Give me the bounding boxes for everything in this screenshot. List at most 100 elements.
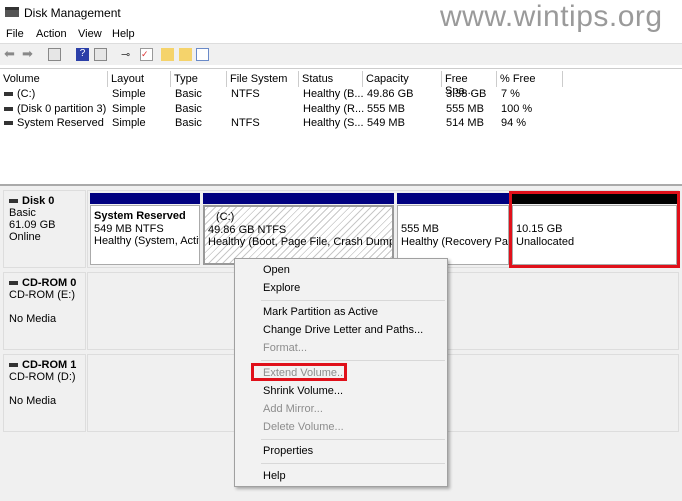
disk-0-label[interactable]: Disk 0 Basic 61.09 GB Online (3, 190, 86, 268)
disk-state: No Media (9, 313, 57, 325)
disk-name: Disk 0 (22, 195, 55, 207)
table-cell[interactable]: 555 MB (446, 103, 484, 115)
partition-bar (397, 193, 509, 204)
extend-volume-highlight (251, 363, 347, 381)
volume-drive-icon (4, 121, 13, 126)
cell-text: Healthy (S... (303, 117, 364, 129)
table-cell[interactable]: NTFS (231, 117, 260, 129)
action-pane-icon[interactable] (94, 48, 107, 61)
menu-item-open[interactable]: Open (263, 264, 290, 276)
table-cell[interactable]: 49.86 GB (367, 88, 413, 100)
partition-bar (203, 193, 394, 204)
help-icon[interactable]: ? (76, 48, 89, 61)
volume-drive-icon (4, 92, 13, 97)
table-cell[interactable]: Simple (112, 117, 146, 129)
table-cell[interactable]: 7 % (501, 88, 520, 100)
cell-text: Simple (112, 117, 146, 129)
column-header-volume[interactable]: Volume (0, 71, 108, 87)
partition-name: (C:) (216, 211, 235, 223)
menu-help[interactable]: Help (112, 28, 135, 40)
cell-text: (C:) (17, 88, 36, 100)
cell-text: 49.86 GB (367, 88, 414, 100)
table-cell[interactable]: Healthy (S... (303, 117, 364, 129)
cdrom-icon (9, 363, 18, 368)
menu-separator (261, 439, 445, 440)
properties-icon[interactable] (196, 48, 209, 61)
table-cell[interactable]: Basic (175, 103, 202, 115)
menu-item-format: Format... (263, 342, 308, 354)
column-header-status[interactable]: Status (299, 71, 363, 87)
table-cell[interactable]: 555 MB (367, 103, 405, 115)
cell-text: 100 % (501, 102, 533, 115)
disk-type: CD-ROM (E:) (9, 289, 75, 301)
menu-item-help[interactable]: Help (263, 470, 286, 482)
table-cell[interactable]: Healthy (R... (303, 103, 364, 115)
cdrom-1-label[interactable]: CD-ROM 1 CD-ROM (D:) No Media (3, 354, 86, 432)
table-cell[interactable]: Simple (112, 103, 146, 115)
console-tree-icon[interactable] (48, 48, 61, 61)
title-bar: Disk Management www.wintips.org (0, 0, 682, 33)
column-header-type[interactable]: Type (171, 71, 227, 87)
table-cell[interactable]: 514 MB (446, 117, 484, 129)
column-header-percent-free[interactable]: % Free (497, 71, 563, 87)
partition-system-reserved[interactable]: System Reserved 549 MB NTFS Healthy (Sys… (90, 205, 200, 265)
menu-item-shrink-volume[interactable]: Shrink Volume... (263, 385, 343, 397)
forward-icon[interactable]: ➡ (22, 46, 35, 61)
table-cell[interactable]: Basic (175, 117, 202, 129)
disk-type: Basic (9, 207, 36, 219)
cdrom-0-label[interactable]: CD-ROM 0 CD-ROM (E:) No Media (3, 272, 86, 350)
table-cell[interactable]: System Reserved (4, 117, 104, 129)
menu-item-mark-active[interactable]: Mark Partition as Active (263, 306, 378, 318)
table-cell[interactable]: NTFS (231, 88, 260, 100)
partition-c[interactable]: (C:) 49.86 GB NTFS Healthy (Boot, Page F… (203, 205, 394, 265)
cell-text: 514 MB (446, 117, 484, 129)
disk-state: No Media (9, 395, 57, 407)
toolbar: ⬅ ➡ ? ⊸ ✓ (0, 43, 682, 65)
partition-bar (90, 193, 200, 204)
partition-recovery[interactable]: 555 MB Healthy (Recovery Part (397, 205, 509, 265)
cell-text: Basic (175, 117, 202, 129)
menu-file[interactable]: File (6, 28, 24, 40)
table-cell[interactable]: (C:) (4, 88, 35, 100)
column-header-capacity[interactable]: Capacity (363, 71, 442, 87)
column-header-file-system[interactable]: File System (227, 71, 299, 87)
disk-management-icon (5, 7, 19, 17)
table-cell[interactable]: Simple (112, 88, 146, 100)
table-cell[interactable]: 549 MB (367, 117, 405, 129)
cell-text: NTFS (231, 117, 260, 129)
column-header-layout[interactable]: Layout (108, 71, 171, 87)
cell-text: Simple (112, 102, 146, 115)
menu-item-change-drive-letter[interactable]: Change Drive Letter and Paths... (263, 324, 423, 336)
cell-text: Healthy (B... (303, 88, 364, 100)
menu-bar: File Action View Help (0, 25, 682, 43)
menu-action[interactable]: Action (36, 28, 67, 40)
column-header-free-space[interactable]: Free Spa... (442, 71, 497, 97)
partition-size: 555 MB (401, 223, 439, 235)
menu-separator (261, 360, 445, 361)
disk-name: CD-ROM 0 (22, 277, 77, 289)
cell-text: NTFS (231, 88, 260, 100)
volume-drive-icon (4, 106, 13, 111)
cell-text: 94 % (501, 117, 527, 129)
table-cell[interactable]: 94 % (501, 117, 526, 129)
unallocated-highlight (509, 191, 680, 268)
back-icon[interactable]: ⬅ (4, 46, 17, 61)
connect-icon[interactable]: ⊸ (121, 48, 134, 61)
folder-search-icon[interactable] (179, 48, 192, 61)
disk-icon (9, 199, 18, 204)
partition-size: 49.86 GB NTFS (208, 223, 287, 236)
check-icon[interactable]: ✓ (140, 48, 153, 61)
menu-item-properties[interactable]: Properties (263, 445, 313, 457)
folder-up-icon[interactable] (161, 48, 174, 61)
table-cell[interactable]: Healthy (B... (303, 88, 364, 100)
table-cell[interactable]: (Disk 0 partition 3) (4, 103, 106, 115)
table-cell[interactable]: 3.38 GB (446, 88, 486, 100)
menu-separator (261, 300, 445, 301)
table-cell[interactable]: Basic (175, 88, 202, 100)
menu-view[interactable]: View (78, 28, 102, 40)
disk-name: CD-ROM 1 (22, 359, 77, 371)
menu-item-explore[interactable]: Explore (263, 282, 300, 294)
table-cell[interactable]: 100 % (501, 103, 532, 115)
cell-text: Healthy (R... (303, 102, 365, 115)
partition-status: Healthy (Recovery Part (401, 235, 509, 248)
